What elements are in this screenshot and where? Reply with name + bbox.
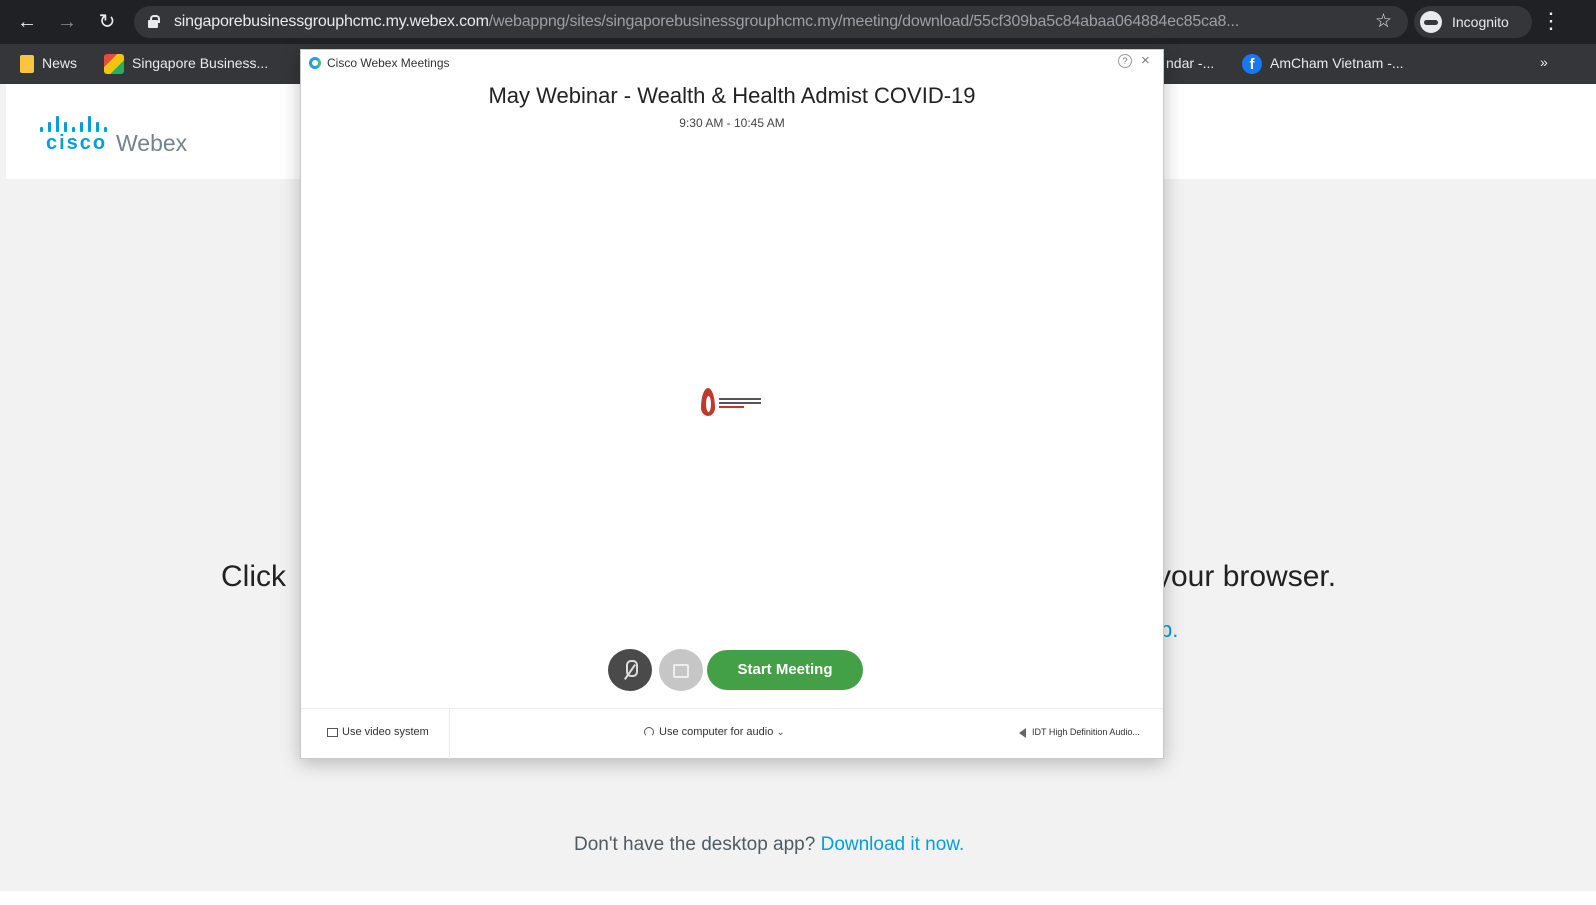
address-bar[interactable]: singaporebusinessgrouphcmc.my.webex.com/… bbox=[134, 6, 1408, 38]
audio-option-dropdown[interactable]: Use computer for audio ⌄ bbox=[644, 726, 785, 738]
facebook-icon: f bbox=[1242, 54, 1262, 75]
help-icon[interactable]: ? bbox=[1118, 54, 1132, 68]
footer-divider bbox=[449, 709, 450, 759]
webex-wordmark: Webex bbox=[116, 130, 188, 156]
launch-instruction-start: Click bbox=[221, 560, 286, 593]
bookmark-news[interactable]: News bbox=[20, 44, 77, 84]
lock-icon bbox=[148, 15, 160, 28]
more-bookmarks-icon[interactable]: » bbox=[1540, 54, 1548, 70]
meeting-title: May Webinar - Wealth & Health Admist COV… bbox=[488, 83, 976, 108]
bookmark-calendar[interactable]: ndar -... bbox=[1166, 44, 1214, 84]
bookmark-label: Singapore Business... bbox=[132, 55, 269, 71]
download-prompt: Don't have the desktop app? Download it … bbox=[574, 834, 964, 856]
start-meeting-button[interactable]: Start Meeting bbox=[707, 650, 863, 690]
url-path: /webappng/sites/singaporebusinessgrouphc… bbox=[488, 13, 1239, 30]
url-text[interactable]: singaporebusinessgrouphcmc.my.webex.com/… bbox=[174, 13, 1344, 31]
url-host: singaporebusinessgrouphcmc.my.webex.com bbox=[174, 13, 489, 30]
forward-arrow-icon[interactable]: → bbox=[54, 8, 80, 36]
speaker-device-selector[interactable]: IDT High Definition Audio... bbox=[1019, 727, 1140, 738]
logo-text-lines bbox=[719, 398, 761, 408]
incognito-label: Incognito bbox=[1452, 14, 1509, 30]
cisco-logo-icon bbox=[40, 114, 114, 132]
headset-icon bbox=[644, 727, 654, 738]
back-arrow-icon[interactable]: ← bbox=[14, 8, 40, 36]
browser-menu-icon[interactable]: ⋮ bbox=[1540, 6, 1562, 36]
speaker-device-label: IDT High Definition Audio... bbox=[1032, 727, 1140, 737]
bookmark-label: AmCham Vietnam -... bbox=[1270, 55, 1404, 71]
meeting-time: 9:30 AM - 10:45 AM bbox=[679, 116, 785, 130]
video-toggle-button[interactable] bbox=[659, 649, 703, 691]
dialog-footer: Use video system Use computer for audio ⌄… bbox=[301, 708, 1163, 759]
organizer-logo bbox=[699, 388, 763, 418]
close-icon[interactable]: × bbox=[1141, 52, 1150, 69]
launch-instruction-end: your browser. bbox=[1156, 560, 1337, 593]
folder-icon bbox=[20, 55, 34, 74]
chevron-down-icon: ⌄ bbox=[776, 727, 785, 738]
incognito-indicator[interactable]: Incognito bbox=[1414, 6, 1532, 38]
bookmark-label: ndar -... bbox=[1166, 55, 1215, 71]
speaker-icon bbox=[1019, 727, 1026, 738]
monitor-icon bbox=[327, 727, 338, 737]
download-prompt-text: Don't have the desktop app? bbox=[574, 834, 816, 855]
bookmark-amcham-vietnam[interactable]: f AmCham Vietnam -... bbox=[1242, 44, 1404, 84]
audio-option-label: Use computer for audio bbox=[659, 726, 774, 738]
incognito-icon bbox=[1420, 11, 1442, 33]
download-link[interactable]: Download it now. bbox=[821, 834, 965, 855]
video-system-label: Use video system bbox=[342, 726, 429, 738]
reload-icon[interactable]: ↻ bbox=[94, 8, 120, 36]
browser-toolbar: ← → ↻ singaporebusinessgrouphcmc.my.webe… bbox=[0, 0, 1596, 44]
bookmark-singapore-business[interactable]: Singapore Business... bbox=[104, 44, 268, 84]
webex-meeting-dialog: Cisco Webex Meetings ? × May Webinar - W… bbox=[300, 49, 1164, 759]
bookmark-star-icon[interactable]: ☆ bbox=[1375, 10, 1392, 33]
mute-microphone-button[interactable] bbox=[608, 649, 652, 691]
use-video-system-button[interactable]: Use video system bbox=[327, 726, 429, 738]
flame-logo-icon bbox=[701, 388, 715, 416]
bookmark-label: News bbox=[42, 55, 78, 71]
page-bottom-strip bbox=[0, 891, 1596, 905]
sbg-icon bbox=[104, 54, 124, 75]
cisco-wordmark: cisco bbox=[46, 132, 108, 154]
dialog-app-title: Cisco Webex Meetings bbox=[327, 56, 450, 70]
webex-app-icon bbox=[309, 57, 321, 69]
